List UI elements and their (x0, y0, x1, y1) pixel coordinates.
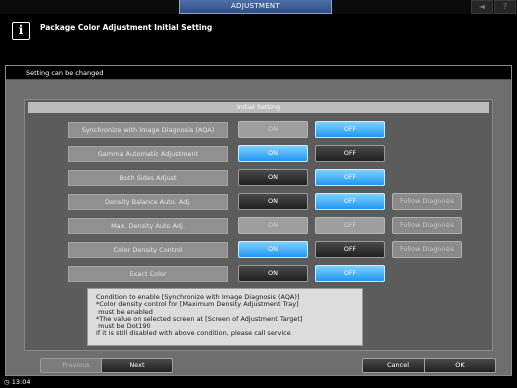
off-button[interactable]: OFF (315, 145, 385, 162)
setting-row-both-sides: Both Sides Adjust ON OFF (25, 169, 494, 186)
next-button[interactable]: Next (101, 358, 173, 373)
enable-condition-note: Condition to enable [Synchronize with Im… (87, 288, 363, 346)
top-tab-bar: ADJUSTMENT ◄ ? (0, 0, 517, 14)
off-button[interactable]: OFF (315, 217, 385, 234)
panel-title: Initial Setting (28, 102, 489, 113)
ok-button[interactable]: OK (424, 358, 496, 373)
setting-row-synchronize-aqa: Synchronize with Image Diagnosis (AQA) O… (25, 121, 494, 138)
on-button[interactable]: ON (238, 169, 308, 186)
off-button[interactable]: OFF (315, 241, 385, 258)
status-message: Setting can be changed (6, 66, 511, 80)
setting-label: Gamma Automatic Adjustment (68, 146, 228, 162)
setting-row-exact-color: Exact Color ON OFF (25, 265, 494, 282)
setting-label: Both Sides Adjust (68, 170, 228, 186)
off-button[interactable]: OFF (315, 193, 385, 210)
info-icon: i (12, 22, 30, 40)
on-button[interactable]: ON (238, 217, 308, 234)
tab-adjustment[interactable]: ADJUSTMENT (179, 0, 332, 14)
follow-diagnosis-button[interactable]: Follow Diagnosis (392, 217, 462, 234)
follow-diagnosis-button[interactable]: Follow Diagnosis (392, 241, 462, 258)
setting-row-gamma-auto: Gamma Automatic Adjustment ON OFF (25, 145, 494, 162)
clock-icon: ◷ (4, 378, 12, 386)
setting-row-color-density: Color Density Control ON OFF Follow Diag… (25, 241, 494, 258)
setting-label: Max. Density Auto Adj. (68, 218, 228, 234)
setting-label: Density Balance Auto. Adj. (68, 194, 228, 210)
setting-label: Synchronize with Image Diagnosis (AQA) (68, 122, 228, 138)
on-button[interactable]: ON (238, 193, 308, 210)
status-clock: ◷ 13:04 (0, 377, 517, 388)
off-button[interactable]: OFF (315, 121, 385, 138)
follow-diagnosis-button[interactable]: Follow Diagnosis (392, 193, 462, 210)
on-button[interactable]: ON (238, 265, 308, 282)
off-button[interactable]: OFF (315, 169, 385, 186)
clock-time: 13:04 (11, 378, 31, 386)
setting-row-density-balance: Density Balance Auto. Adj. ON OFF Follow… (25, 193, 494, 210)
on-button[interactable]: ON (238, 121, 308, 138)
settings-dialog: Setting can be changed Initial Setting S… (5, 65, 512, 376)
speaker-icon[interactable]: ◄ (471, 0, 493, 14)
page-title: Package Color Adjustment Initial Setting (40, 23, 213, 32)
screen-header: i Package Color Adjustment Initial Setti… (0, 14, 517, 54)
help-icon[interactable]: ? (494, 0, 516, 14)
setting-row-max-density: Max. Density Auto Adj. ON OFF Follow Dia… (25, 217, 494, 234)
off-button[interactable]: OFF (315, 265, 385, 282)
on-button[interactable]: ON (238, 241, 308, 258)
setting-label: Color Density Control (68, 242, 228, 258)
setting-label: Exact Color (68, 266, 228, 282)
on-button[interactable]: ON (238, 145, 308, 162)
